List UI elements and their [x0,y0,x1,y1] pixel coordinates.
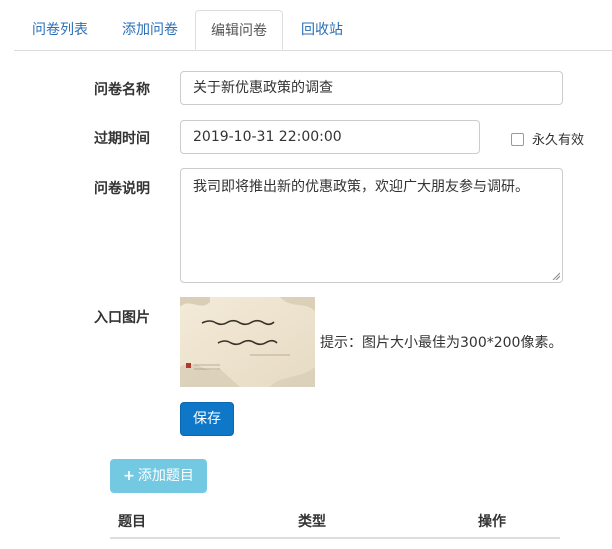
entry-image[interactable] [180,297,315,387]
forever-checkbox-wrapper[interactable]: 永久有效 [511,129,584,148]
name-label: 问卷名称 [94,82,150,98]
calligraphy-image-icon [180,297,315,387]
table-header-actions: 操作 [478,514,506,530]
expire-label: 过期时间 [94,131,150,147]
table-header-type: 类型 [298,514,326,530]
entry-image-label: 入口图片 [94,310,150,326]
save-button[interactable]: 保存 [180,402,234,436]
description-label: 问卷说明 [94,181,150,197]
tab-edit-questionnaire[interactable]: 编辑问卷 [195,10,283,50]
table-header-question: 题目 [118,514,146,530]
description-text: 我司即将推出新的优惠政策，欢迎广大朋友参与调研。 [193,179,529,195]
add-question-button[interactable]: + 添加题目 [110,459,207,493]
forever-label: 永久有效 [532,133,585,148]
plus-icon: + [123,468,135,484]
add-question-label: 添加题目 [137,468,194,484]
forever-checkbox[interactable] [511,133,524,146]
expire-date-input[interactable]: 2019-10-31 22:00:00 [180,120,480,154]
tab-recycle-bin[interactable]: 回收站 [284,10,360,50]
table-header-divider [110,537,560,539]
tab-add-questionnaire[interactable]: 添加问卷 [106,10,194,50]
description-textarea[interactable]: 我司即将推出新的优惠政策，欢迎广大朋友参与调研。 [180,168,563,283]
image-size-hint: 提示：图片大小最佳为300*200像素。 [320,335,563,351]
resize-handle-icon[interactable] [552,272,560,280]
name-input[interactable]: 关于新优惠政策的调查 [180,71,563,105]
tab-questionnaire-list[interactable]: 问卷列表 [14,10,106,50]
tab-bar: 问卷列表 添加问卷 编辑问卷 回收站 [14,10,612,51]
